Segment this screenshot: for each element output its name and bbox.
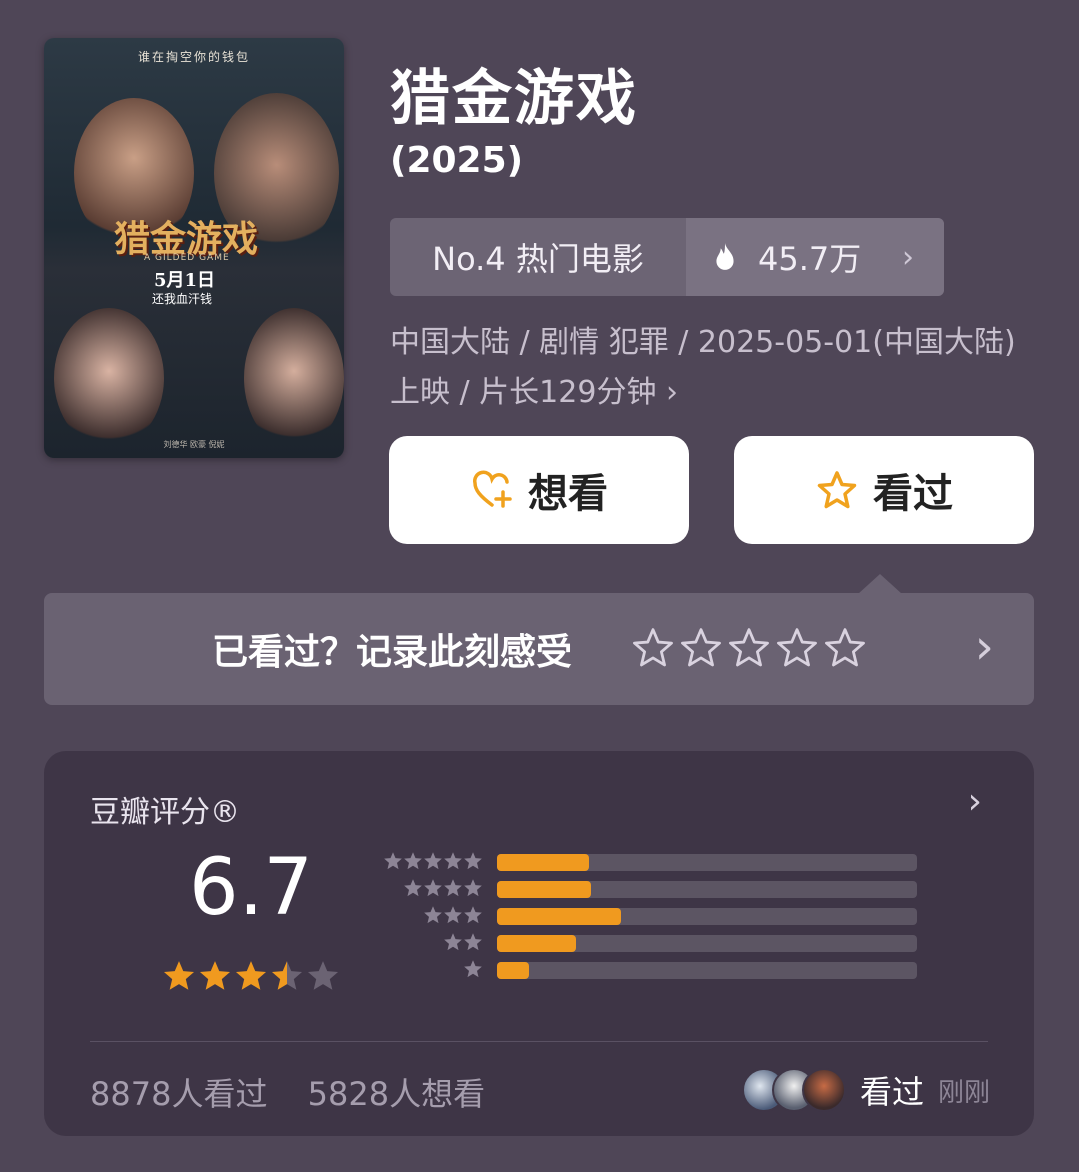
star-outline-icon[interactable] bbox=[632, 627, 674, 669]
poster-tagline: 谁在掏空你的钱包 bbox=[137, 50, 250, 64]
star-filled-icon bbox=[199, 961, 231, 990]
star-small-icon bbox=[444, 852, 462, 870]
movie-title: 猎金游戏 bbox=[390, 64, 638, 134]
distribution-row bbox=[379, 876, 919, 903]
movie-meta-text: 中国大陆 / 剧情 犯罪 / 2025-05-01(中国大陆)上映 / 片长12… bbox=[390, 325, 1016, 410]
callout-pointer bbox=[858, 574, 902, 594]
rating-counts: 8878人看过 5828人想看 bbox=[90, 1069, 515, 1115]
poster-slogan: 还我血汗钱 bbox=[152, 292, 213, 306]
seen-label: 看过 bbox=[873, 471, 953, 517]
score-stars bbox=[162, 959, 340, 993]
heat-indicator[interactable]: 45.7万 › bbox=[686, 218, 944, 296]
avatar bbox=[801, 1068, 846, 1112]
star-outline-icon[interactable] bbox=[728, 627, 770, 669]
star-small-icon bbox=[464, 933, 482, 951]
movie-meta[interactable]: 中国大陆 / 剧情 犯罪 / 2025-05-01(中国大陆)上映 / 片长12… bbox=[390, 318, 1030, 418]
distribution-track bbox=[497, 962, 917, 979]
star-small-icon bbox=[464, 879, 482, 897]
rank-bar[interactable]: No.4 热门电影 45.7万 › bbox=[390, 218, 944, 296]
record-prompt: 已看过？记录此刻感受 bbox=[212, 632, 573, 673]
rating-score: 6.7 bbox=[189, 843, 314, 933]
friend-activity[interactable]: 看过 刚刚 bbox=[741, 1067, 990, 1113]
rating-distribution bbox=[379, 849, 919, 984]
star-small-icon bbox=[424, 879, 442, 897]
record-rating-bar[interactable]: 已看过？记录此刻感受 › bbox=[44, 593, 1034, 705]
movie-year: (2025) bbox=[390, 140, 524, 181]
divider bbox=[90, 1041, 988, 1042]
heat-value: 45.7万 bbox=[758, 240, 862, 278]
chevron-right-icon: › bbox=[666, 375, 678, 410]
star-empty-icon bbox=[307, 961, 339, 990]
star-small-icon bbox=[464, 906, 482, 924]
heart-plus-icon bbox=[473, 470, 512, 508]
distribution-bar bbox=[497, 881, 591, 898]
poster-date: 5月1日 bbox=[154, 270, 216, 291]
distribution-bar bbox=[497, 908, 622, 925]
poster-credit: 刘德华 欧豪 倪妮 bbox=[163, 440, 225, 449]
distribution-row bbox=[379, 930, 919, 957]
star-small-icon bbox=[464, 960, 482, 978]
chevron-right-icon: › bbox=[974, 619, 994, 675]
movie-poster[interactable]: 谁在掏空你的钱包 猎金游戏 A GILDED GAME 5月1日 还我血汗钱 刘… bbox=[44, 38, 344, 458]
star-small-icon bbox=[424, 906, 442, 924]
poster-figure bbox=[244, 308, 344, 448]
distribution-row bbox=[379, 957, 919, 984]
friend-action: 看过 bbox=[859, 1073, 924, 1111]
star-outline-icon[interactable] bbox=[776, 627, 818, 669]
want-button[interactable]: 想看 bbox=[389, 436, 689, 544]
star-filled-icon bbox=[163, 961, 195, 990]
poster-figure bbox=[54, 308, 164, 448]
distribution-bar bbox=[497, 854, 589, 871]
distribution-bar bbox=[497, 962, 529, 979]
want-count: 5828人想看 bbox=[307, 1075, 486, 1113]
star-outline-icon bbox=[817, 471, 857, 509]
seen-button[interactable]: 看过 bbox=[734, 436, 1034, 544]
distribution-bar bbox=[497, 935, 576, 952]
distribution-stars bbox=[423, 905, 483, 925]
rating-label: 豆瓣评分® bbox=[90, 795, 240, 830]
star-small-icon bbox=[444, 933, 462, 951]
chevron-right-icon: › bbox=[902, 239, 914, 275]
flame-icon bbox=[716, 243, 734, 270]
star-small-icon bbox=[444, 906, 462, 924]
poster-subtitle: A GILDED GAME bbox=[144, 253, 230, 263]
distribution-row bbox=[379, 903, 919, 930]
chevron-right-icon[interactable]: › bbox=[968, 781, 982, 822]
rating-stars-input[interactable] bbox=[632, 627, 866, 669]
star-outline-icon[interactable] bbox=[824, 627, 866, 669]
star-half-icon bbox=[271, 961, 303, 990]
seen-count: 8878人看过 bbox=[90, 1075, 268, 1113]
distribution-stars bbox=[403, 878, 483, 898]
douban-rating-card[interactable]: 豆瓣评分® › 6.7 8878人看过 5828人想看 看过 刚刚 bbox=[44, 751, 1034, 1136]
distribution-stars bbox=[383, 851, 483, 871]
friend-time: 刚刚 bbox=[937, 1077, 990, 1108]
star-small-icon bbox=[404, 852, 422, 870]
distribution-stars bbox=[443, 932, 483, 952]
want-label: 想看 bbox=[528, 471, 608, 517]
distribution-row bbox=[379, 849, 919, 876]
star-small-icon bbox=[404, 879, 422, 897]
star-small-icon bbox=[464, 852, 482, 870]
star-small-icon bbox=[424, 852, 442, 870]
star-outline-icon[interactable] bbox=[680, 627, 722, 669]
star-filled-icon bbox=[235, 961, 267, 990]
star-small-icon bbox=[384, 852, 402, 870]
rank-label: No.4 热门电影 bbox=[432, 240, 644, 278]
star-small-icon bbox=[444, 879, 462, 897]
distribution-stars bbox=[463, 959, 483, 979]
